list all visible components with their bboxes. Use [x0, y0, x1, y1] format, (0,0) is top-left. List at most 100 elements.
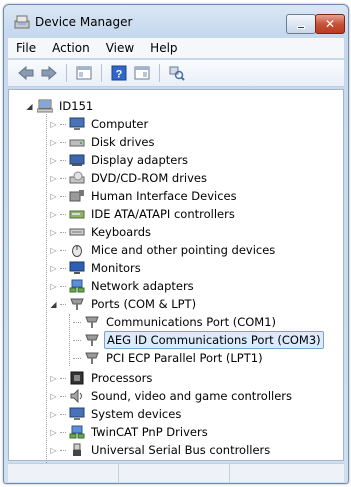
- disk-drive-icon: [68, 134, 85, 150]
- tree-item-hid[interactable]: ▷ Human Interface Devices: [49, 187, 239, 205]
- menu-view[interactable]: View: [98, 41, 142, 55]
- monitor-icon: [68, 260, 85, 276]
- device-manager-app-icon: [14, 14, 30, 30]
- expand-icon[interactable]: ▷: [49, 264, 58, 273]
- expand-icon[interactable]: ▷: [49, 174, 58, 183]
- close-icon: ✕: [324, 17, 336, 31]
- tree-item-label: PCI ECP Parallel Port (LPT1): [106, 351, 263, 365]
- computer-icon: [68, 116, 85, 132]
- expand-icon[interactable]: ▷: [49, 228, 58, 237]
- forward-button[interactable]: [39, 63, 59, 83]
- tree-item-label: Disk drives: [91, 135, 155, 149]
- tree-item-label: DVD/CD-ROM drives: [91, 171, 207, 185]
- help-button[interactable]: ?: [109, 63, 129, 83]
- network-adapter-icon: [68, 278, 85, 294]
- tree-item-label: Communications Port (COM1): [106, 315, 277, 329]
- tree-item-label: Universal Serial Bus controllers: [91, 443, 271, 457]
- menu-action[interactable]: Action: [44, 41, 98, 55]
- root-label: ID151: [59, 99, 94, 113]
- tree-item-keyboards[interactable]: ▷ Keyboards: [49, 223, 153, 241]
- speaker-icon: [68, 388, 85, 404]
- svg-text:?: ?: [116, 69, 123, 81]
- status-segment: [119, 464, 230, 482]
- tree-item-twincat[interactable]: ▷ TwinCAT PnP Drivers: [49, 423, 210, 441]
- toolbar-separator: [66, 64, 67, 82]
- expand-icon[interactable]: ▷: [49, 446, 58, 455]
- system-device-icon: [68, 406, 85, 422]
- processor-icon: [68, 370, 85, 386]
- tree-item-label: IDE ATA/ATAPI controllers: [91, 207, 235, 221]
- tree-item-disk-drives[interactable]: ▷ Disk drives: [49, 133, 156, 151]
- tree-item-usb[interactable]: ▷ Universal Serial Bus controllers: [49, 441, 272, 459]
- status-segment: [8, 464, 119, 482]
- tree-item-label: Mice and other pointing devices: [91, 243, 276, 257]
- tree-item-monitors[interactable]: ▷ Monitors: [49, 259, 143, 277]
- usb-icon: [68, 442, 85, 458]
- expand-icon[interactable]: ▷: [49, 410, 58, 419]
- computer-root-icon: [36, 98, 53, 114]
- tree-item-processors[interactable]: ▷ Processors: [49, 369, 154, 387]
- expand-icon[interactable]: ▷: [49, 282, 58, 291]
- expand-icon[interactable]: ▷: [49, 210, 58, 219]
- help-icon: ?: [111, 65, 127, 81]
- hid-icon: [68, 188, 85, 204]
- expand-icon[interactable]: ▷: [49, 246, 58, 255]
- tree-item-network-adapters[interactable]: ▷ Network adapters: [49, 277, 196, 295]
- keyboard-icon: [68, 224, 85, 240]
- tree-item-display-adapters[interactable]: ▷ Display adapters: [49, 151, 190, 169]
- menu-help[interactable]: Help: [142, 41, 185, 55]
- tree-item-label: Network adapters: [91, 279, 194, 293]
- expand-icon[interactable]: ▷: [49, 192, 58, 201]
- tree-item-dvd-drives[interactable]: ▷ DVD/CD-ROM drives: [49, 169, 209, 187]
- toolbar: ?: [8, 60, 344, 87]
- tree-item-label: Human Interface Devices: [91, 189, 237, 203]
- tree-item-ide-controllers[interactable]: ▷ IDE ATA/ATAPI controllers: [49, 205, 237, 223]
- menu-file[interactable]: File: [8, 41, 44, 55]
- forward-icon: [41, 66, 57, 80]
- menu-bar: File Action View Help: [8, 38, 344, 58]
- tree-item-com1[interactable]: Communications Port (COM1): [73, 313, 278, 331]
- window-title: Device Manager: [35, 15, 133, 29]
- ide-controller-icon: [68, 206, 85, 222]
- tree-item-lpt1[interactable]: PCI ECP Parallel Port (LPT1): [73, 349, 265, 367]
- close-button[interactable]: ✕: [315, 14, 345, 34]
- tree-item-label: Sound, video and game controllers: [91, 389, 293, 403]
- tree-item-sound[interactable]: ▷ Sound, video and game controllers: [49, 387, 294, 405]
- tree-item-com3[interactable]: AEG ID Communications Port (COM3): [73, 331, 324, 349]
- port-icon: [83, 332, 100, 348]
- expand-icon[interactable]: ▷: [49, 156, 58, 165]
- expand-icon[interactable]: ▷: [49, 374, 58, 383]
- tree-guide-line: [69, 314, 70, 366]
- collapse-icon[interactable]: ◢: [25, 102, 34, 111]
- port-icon: [68, 296, 85, 312]
- tree-item-label: Computer: [91, 117, 149, 131]
- port-icon: [83, 314, 100, 330]
- expand-icon[interactable]: ▷: [49, 392, 58, 401]
- back-button[interactable]: [16, 63, 36, 83]
- tree-item-mice[interactable]: ▷ Mice and other pointing devices: [49, 241, 277, 259]
- tree-item-label: Ports (COM & LPT): [91, 297, 197, 311]
- minimize-icon: [297, 25, 305, 29]
- tree-item-ports[interactable]: ◢ Ports (COM & LPT): [49, 295, 198, 313]
- minimize-button[interactable]: [286, 14, 316, 34]
- toolbar-separator: [101, 64, 102, 82]
- tree-item-system-devices[interactable]: ▷ System devices: [49, 405, 183, 423]
- console-pane-icon: [134, 66, 150, 80]
- status-bar: [8, 463, 344, 482]
- tree-item-label: Monitors: [91, 261, 141, 275]
- back-icon: [18, 66, 34, 80]
- console-pane-button[interactable]: [132, 63, 152, 83]
- collapse-icon[interactable]: ◢: [49, 300, 58, 309]
- tree-item-computer[interactable]: ▷ Computer: [49, 115, 150, 133]
- properties-pane-button[interactable]: [74, 63, 94, 83]
- device-manager-window: Device Manager ✕ File Action View Help ?: [3, 4, 349, 484]
- tree-root[interactable]: ◢ ID151: [25, 97, 95, 115]
- tree-guide-line: [46, 114, 47, 465]
- toolbar-separator: [159, 64, 160, 82]
- scan-hardware-button[interactable]: [167, 63, 187, 83]
- expand-icon[interactable]: ▷: [49, 120, 58, 129]
- title-bar[interactable]: Device Manager ✕: [4, 5, 348, 37]
- expand-icon[interactable]: ▷: [49, 428, 58, 437]
- device-tree[interactable]: ◢ ID151 ▷ Computer ▷ Disk drives ▷ Displ…: [8, 89, 344, 465]
- expand-icon[interactable]: ▷: [49, 138, 58, 147]
